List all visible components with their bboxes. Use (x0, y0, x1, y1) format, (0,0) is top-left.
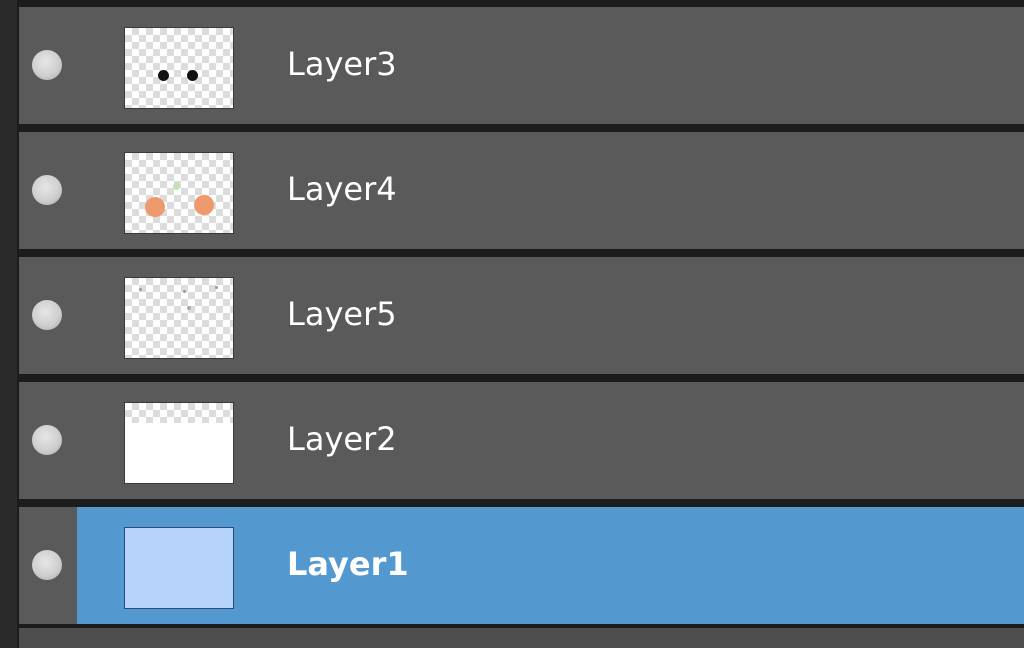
white-fill (125, 423, 233, 483)
layer-row-layer2[interactable]: Layer2 (19, 382, 1024, 499)
visibility-toggle-icon[interactable] (32, 425, 62, 455)
layer-thumbnail-eyes (124, 27, 234, 109)
layer-name: Layer3 (287, 45, 397, 83)
layer-name: Layer2 (287, 420, 397, 458)
panel-left-edge (0, 0, 17, 648)
visibility-column (19, 257, 77, 374)
layer-name: Layer4 (287, 170, 397, 208)
visibility-toggle-icon[interactable] (32, 550, 62, 580)
visibility-column (19, 7, 77, 124)
layer-row-layer3[interactable]: Layer3 (19, 7, 1024, 124)
layer-thumbnail-white-fill (124, 402, 234, 484)
sketch-mark (187, 306, 191, 310)
cheek-dot (145, 197, 165, 217)
layer-thumbnail-sketch (124, 277, 234, 359)
layers-panel: Layer3 Layer4 Layer5 Layer2 Layer1 (0, 0, 1024, 648)
eye-dot (158, 70, 169, 81)
sketch-mark (215, 286, 218, 289)
highlight-dot (173, 183, 180, 190)
layer-thumbnail-cheeks (124, 152, 234, 234)
eye-dot (187, 70, 198, 81)
panel-bottom-edge (19, 628, 1024, 648)
cheek-dot (194, 195, 214, 215)
visibility-column (19, 382, 77, 499)
visibility-toggle-icon[interactable] (32, 175, 62, 205)
layer-name: Layer1 (287, 545, 409, 583)
visibility-column (19, 507, 77, 624)
visibility-toggle-icon[interactable] (32, 50, 62, 80)
sketch-mark (139, 288, 142, 291)
layer-row-layer5[interactable]: Layer5 (19, 257, 1024, 374)
sketch-mark (183, 290, 186, 293)
layer-row-layer4[interactable]: Layer4 (19, 132, 1024, 249)
visibility-column (19, 132, 77, 249)
visibility-toggle-icon[interactable] (32, 300, 62, 330)
layer-name: Layer5 (287, 295, 397, 333)
layer-thumbnail-blue-fill (124, 527, 234, 609)
layer-row-layer1[interactable]: Layer1 (19, 507, 1024, 624)
